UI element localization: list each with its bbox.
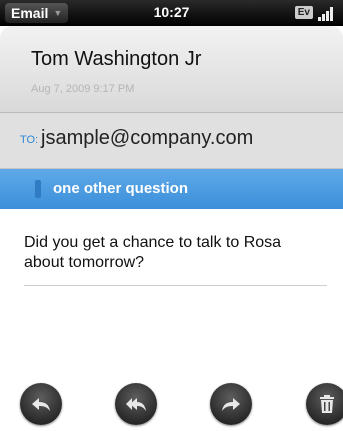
signal-strength-icon [318, 5, 336, 21]
clock: 10:27 [153, 4, 190, 20]
reply-button[interactable] [20, 383, 62, 425]
subject-bar: one other question [0, 169, 343, 209]
status-bar: Email ▼ 10:27 Ev [0, 0, 343, 26]
reply-all-button[interactable] [115, 383, 157, 425]
to-label: TO: [20, 134, 39, 146]
recipient-address[interactable]: jsample@company.com [41, 127, 253, 150]
subject-text: one other question [53, 180, 188, 197]
recipient-row[interactable]: TO: jsample@company.com [0, 113, 343, 169]
delete-button[interactable] [306, 383, 343, 425]
carrier-badge: Ev [294, 6, 313, 19]
action-toolbar [0, 376, 343, 431]
reply-all-icon [126, 398, 146, 411]
trash-icon [320, 395, 334, 413]
forward-button[interactable] [210, 383, 252, 425]
message-body-text: Did you get a chance to talk to Rosa abo… [24, 234, 282, 271]
subject-marker [35, 180, 41, 198]
forward-icon [222, 398, 240, 411]
sender-name[interactable]: Tom Washington Jr [31, 48, 201, 71]
body-divider [24, 285, 327, 286]
message-header: Tom Washington Jr Aug 7, 2009 9:17 PM [0, 26, 343, 113]
reply-icon [32, 398, 50, 411]
message-date: Aug 7, 2009 9:17 PM [31, 83, 135, 95]
